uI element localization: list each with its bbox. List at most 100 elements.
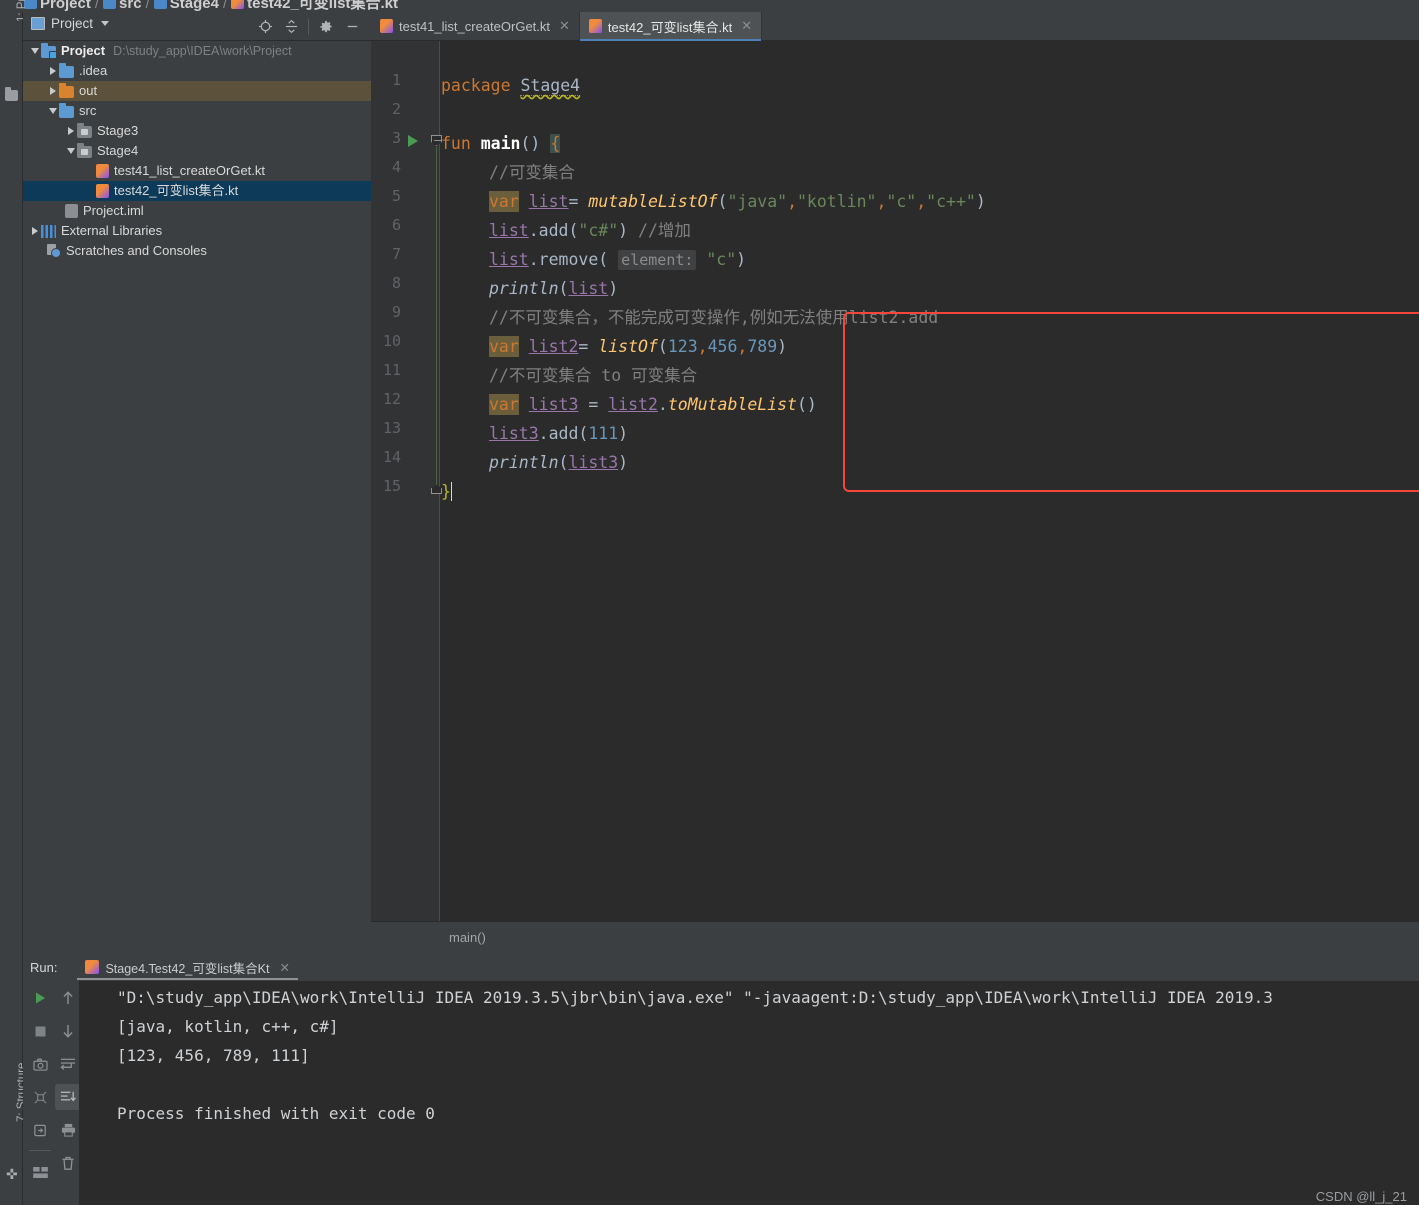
breadcrumb: Project / src / Stage4/test42_可变list集合.kt: [0, 0, 1419, 12]
scroll-up-button[interactable]: [55, 985, 81, 1011]
expand-arrow-icon[interactable]: [47, 101, 59, 121]
line-number: 11: [382, 361, 401, 379]
soft-wrap-button[interactable]: [55, 1051, 81, 1077]
editor-tab-bar: test41_list_createOrGet.kt ✕ test42_可变li…: [371, 12, 1419, 41]
breadcrumb-separator-3: /: [222, 0, 228, 12]
code-editor[interactable]: 1 2 3 4 5 6 7 8 9 10 11 12 13 14 15 pack: [371, 41, 1419, 923]
line-number: 6: [391, 216, 401, 234]
expand-arrow-icon[interactable]: [29, 41, 41, 61]
toolbar-divider: [29, 1150, 51, 1151]
project-tree[interactable]: Project D:\study_app\IDEA\work\Project .…: [23, 41, 371, 952]
locate-icon[interactable]: [252, 17, 278, 36]
code-content[interactable]: package Stage4 fun main() { //可变集合 var l…: [441, 41, 1419, 923]
tree-item-external-libraries[interactable]: External Libraries: [23, 221, 371, 241]
scroll-down-button[interactable]: [55, 1018, 81, 1044]
kotlin-file-icon: [380, 19, 393, 33]
project-tool-window: Project Project D:\study_app\IDEA\work\P…: [23, 12, 371, 952]
scroll-to-end-button[interactable]: [55, 1084, 81, 1110]
layout-button[interactable]: [27, 1159, 53, 1185]
chevron-down-icon[interactable]: [101, 21, 110, 26]
export-button[interactable]: [27, 1117, 53, 1143]
tree-item-project-iml[interactable]: Project.iml: [23, 201, 371, 221]
tree-item-src[interactable]: src: [23, 101, 371, 121]
code-token-list-identifier: list: [568, 279, 609, 298]
code-line-3: fun main() {: [441, 129, 561, 158]
run-configuration-tab[interactable]: Stage4.Test42_可变list集合Kt ✕: [77, 954, 299, 980]
code-token-package-keyword: package: [441, 76, 511, 95]
collapse-all-icon[interactable]: [278, 17, 304, 36]
tree-item-test41[interactable]: test41_list_createOrGet.kt: [23, 161, 371, 181]
code-token-string-c: "c": [886, 192, 917, 211]
tab-test42_可变list集合[interactable]: test42_可变list集合.kt ✕: [579, 12, 763, 41]
line-number: 3: [391, 129, 401, 147]
tree-item-label: Stage3: [97, 123, 139, 138]
pin-icon[interactable]: ✜: [6, 1167, 18, 1181]
clear-all-button[interactable]: [55, 1150, 81, 1176]
code-token-equals: =: [588, 395, 599, 414]
editor-status-breadcrumb[interactable]: main(): [371, 921, 1419, 952]
line-number: 13: [382, 419, 401, 437]
tree-item-stage4[interactable]: Stage4: [23, 141, 371, 161]
code-token-var-keyword: var: [489, 336, 519, 357]
close-icon[interactable]: ✕: [559, 18, 570, 34]
screenshot-button[interactable]: [27, 1051, 53, 1077]
code-token-toMutableList-call: toMutableList: [667, 395, 797, 414]
expand-arrow-icon[interactable]: [47, 61, 59, 81]
run-tool-window: Run: Stage4.Test42_可变list集合Kt ✕ "D:\stud…: [23, 953, 1419, 1205]
code-token-var-keyword: var: [489, 394, 519, 415]
tree-item-stage3[interactable]: Stage3: [23, 121, 371, 141]
code-token-mutableListOf-call: mutableListOf: [588, 192, 718, 211]
breadcrumb-segment-project[interactable]: Project: [40, 0, 91, 12]
code-token-add-call: .add(: [528, 221, 579, 240]
code-token-comment: //增加: [638, 221, 691, 240]
tree-item-test42[interactable]: test42_可变list集合.kt: [23, 181, 371, 201]
text-caret: [450, 482, 452, 501]
code-token-println-call: println: [489, 279, 559, 298]
breadcrumb-segment-src[interactable]: src: [119, 0, 142, 12]
project-panel-title-group[interactable]: Project: [31, 16, 110, 31]
expand-arrow-icon[interactable]: [65, 121, 77, 141]
project-window-icon: [31, 17, 45, 30]
code-token-comma: ,: [737, 337, 748, 356]
project-folder-strip-icon[interactable]: [5, 87, 18, 101]
code-line-1: package Stage4: [441, 71, 581, 100]
tree-item-label: Project: [61, 43, 106, 58]
code-token-string-csharp: "c#": [578, 221, 619, 240]
expand-arrow-icon[interactable]: [65, 141, 77, 161]
code-token-close-paren: ): [777, 337, 788, 356]
breadcrumb-segment-file[interactable]: test42_可变list集合.kt: [247, 0, 398, 12]
code-token-open-paren: (: [558, 453, 569, 472]
run-panel-label: Run:: [30, 959, 58, 975]
close-icon[interactable]: ✕: [279, 960, 289, 975]
breadcrumb-stage4-icon: [153, 0, 167, 9]
code-token-parens: (): [796, 395, 817, 414]
run-gutter-icon[interactable]: [408, 135, 418, 147]
code-token-number-789: 789: [747, 337, 778, 356]
breadcrumb-segment-stage4[interactable]: Stage4: [170, 0, 219, 12]
project-panel-title: Project: [51, 16, 94, 31]
code-line-13: list3.add(111): [489, 419, 628, 448]
code-token-close-paren: ): [608, 279, 619, 298]
restart-debug-button[interactable]: [27, 1084, 53, 1110]
tree-item-scratches[interactable]: Scratches and Consoles: [23, 241, 371, 261]
settings-gear-icon[interactable]: [313, 17, 339, 36]
stop-button[interactable]: [27, 1018, 53, 1044]
close-icon[interactable]: ✕: [741, 18, 752, 34]
expand-arrow-icon[interactable]: [47, 81, 59, 101]
tab-test41_list_createOrGet[interactable]: test41_list_createOrGet.kt ✕: [371, 12, 580, 40]
tree-item-out[interactable]: out: [23, 81, 371, 101]
editor-breadcrumb-label[interactable]: main(): [449, 930, 486, 945]
tab-bar-empty-space: [762, 12, 1419, 40]
rerun-button[interactable]: [27, 985, 53, 1011]
tree-item-project[interactable]: Project D:\study_app\IDEA\work\Project: [23, 41, 371, 61]
console-line: [123, 456, 789, 111]: [117, 1046, 310, 1065]
tree-item-label: test41_list_createOrGet.kt: [114, 163, 266, 178]
hide-panel-icon[interactable]: [339, 17, 365, 36]
code-token-parens: (): [520, 134, 541, 153]
console-output[interactable]: "D:\study_app\IDEA\work\IntelliJ IDEA 20…: [79, 981, 1419, 1205]
tree-item-idea[interactable]: .idea: [23, 61, 371, 81]
line-number: 8: [391, 274, 401, 292]
tree-item-label: Scratches and Consoles: [66, 243, 207, 258]
print-button[interactable]: [55, 1117, 81, 1143]
expand-arrow-icon[interactable]: [29, 221, 41, 241]
